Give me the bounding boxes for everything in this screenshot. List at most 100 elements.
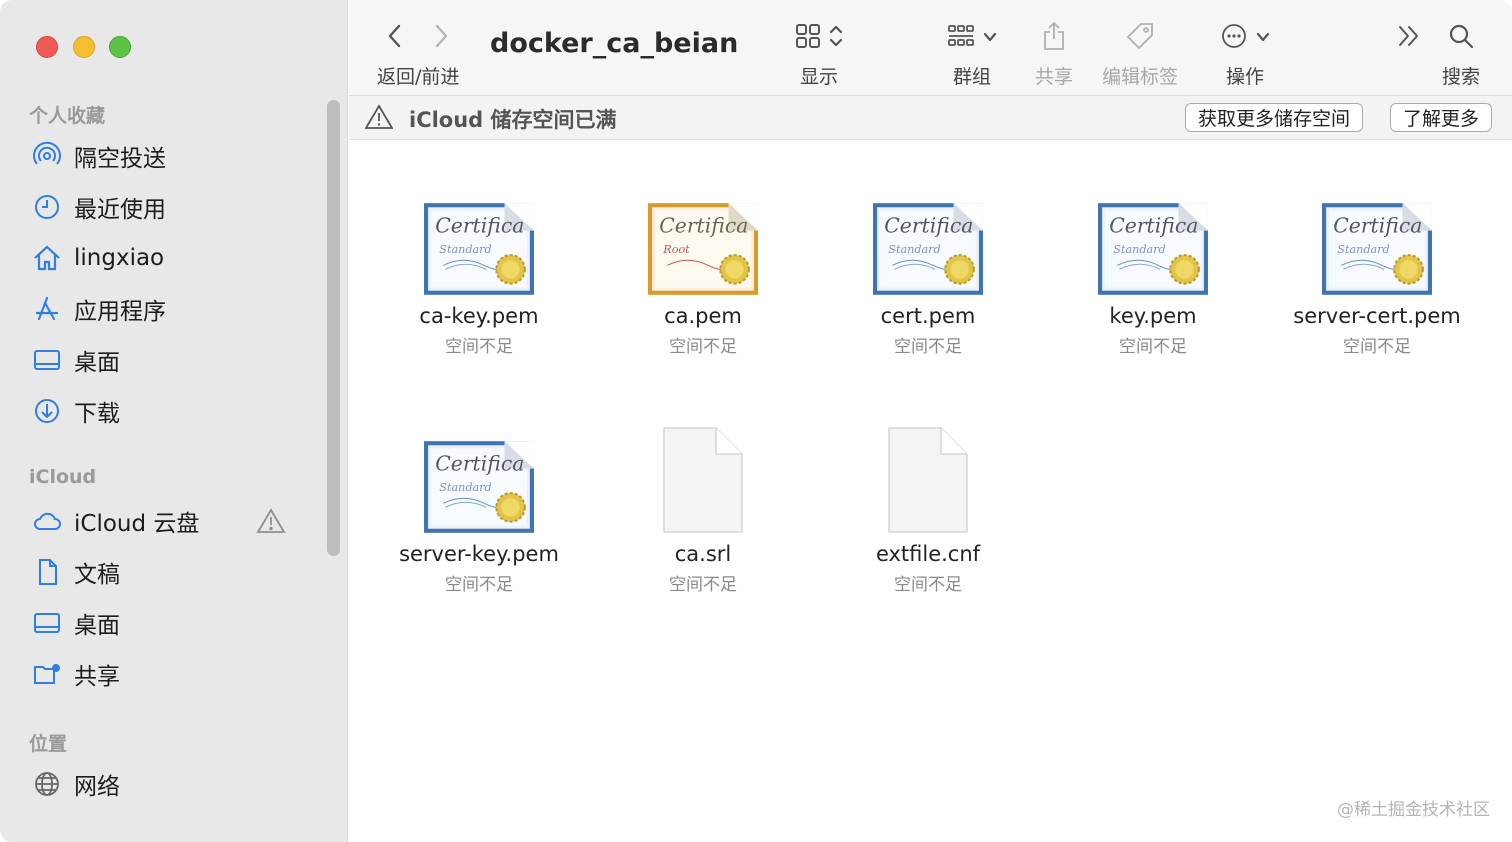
- folder-title: docker_ca_beian: [490, 28, 739, 59]
- file-item[interactable]: Certifica Standard key.pem 空间不足: [1041, 176, 1265, 357]
- close-window-button[interactable]: [36, 36, 58, 58]
- banner-message: iCloud 储存空间已满: [409, 108, 617, 132]
- airdrop-icon: [30, 139, 64, 173]
- view-label: 显示: [799, 66, 838, 88]
- search-icon: [1448, 23, 1474, 53]
- group-button[interactable]: 群组: [947, 18, 997, 89]
- certificate-icon: Certifica Standard: [1088, 176, 1218, 296]
- file-status: 空间不足: [669, 337, 737, 357]
- locations-header: 位置: [29, 733, 68, 755]
- action-label: 操作: [1225, 66, 1264, 88]
- file-status: 空间不足: [669, 575, 737, 595]
- sidebar-item-desktop[interactable]: 桌面: [30, 340, 300, 380]
- sidebar-item-applications[interactable]: 应用程序: [30, 289, 300, 329]
- sidebar-item-label: 共享: [74, 664, 120, 690]
- sidebar-item-label: 文稿: [74, 562, 120, 588]
- warning-icon: [364, 104, 394, 134]
- home-icon: [30, 241, 64, 275]
- file-name: server-key.pem: [399, 542, 559, 566]
- ellipsis-circle-icon: [1220, 22, 1248, 54]
- back-icon[interactable]: [386, 23, 404, 53]
- sidebar-item-documents[interactable]: 文稿: [30, 552, 300, 592]
- sidebar-scrollbar[interactable]: [327, 100, 340, 556]
- file-item[interactable]: extfile.cnf 空间不足: [816, 414, 1040, 595]
- sidebar-item-label: iCloud 云盘: [74, 511, 200, 537]
- file-status: 空间不足: [1343, 337, 1411, 357]
- file-name: ca.srl: [674, 542, 732, 566]
- file-status: 空间不足: [894, 337, 962, 357]
- sidebar-item-label: 下载: [74, 401, 120, 427]
- double-chevron-right-icon: [1396, 23, 1422, 53]
- sidebar-item-icloud-drive[interactable]: iCloud 云盘: [30, 501, 300, 541]
- clock-icon: [30, 190, 64, 224]
- search-label: 搜索: [1442, 66, 1481, 88]
- sidebar-item-label: 桌面: [74, 350, 120, 376]
- svg-text:Certifica: Certifica: [435, 214, 524, 238]
- zoom-window-button[interactable]: [109, 36, 131, 58]
- icon-view-icon: [795, 23, 821, 53]
- sidebar-item-label: 桌面: [74, 613, 120, 639]
- file-item[interactable]: ca.srl 空间不足: [591, 414, 815, 595]
- group-label: 群组: [952, 66, 991, 88]
- file-item[interactable]: Certifica Standard cert.pem 空间不足: [816, 176, 1040, 357]
- get-more-storage-button[interactable]: 获取更多储存空间: [1185, 103, 1364, 132]
- nav-back-forward: 返回/前进: [377, 18, 459, 89]
- sidebar-item-airdrop[interactable]: 隔空投送: [30, 136, 300, 176]
- file-item[interactable]: Certifica Standard server-key.pem 空间不足: [367, 414, 591, 595]
- document-icon: [30, 555, 64, 589]
- action-button[interactable]: 操作: [1220, 18, 1270, 89]
- edit-tags-button[interactable]: 编辑标签: [1102, 18, 1178, 89]
- watermark: @稀土掘金技术社区: [1337, 800, 1490, 820]
- toolbar-overflow-button[interactable]: [1396, 18, 1422, 58]
- file-status: 空间不足: [445, 337, 513, 357]
- cloud-icon: [30, 504, 64, 538]
- certificate-icon: Certifica Standard: [414, 176, 544, 296]
- nav-label: 返回/前进: [377, 66, 460, 88]
- updown-chevron-icon: [829, 23, 843, 53]
- file-status: 空间不足: [445, 575, 513, 595]
- finder-window: 个人收藏 隔空投送 最近使用 lingxiao 应用程序 桌面 下载 iClou…: [0, 0, 1512, 842]
- toolbar: 返回/前进 docker_ca_beian 显示 群组 共享 编辑标签 操作 搜…: [349, 0, 1512, 96]
- file-item[interactable]: Certifica Root ca.pem 空间不足: [591, 176, 815, 357]
- svg-text:Certifica: Certifica: [1333, 214, 1422, 238]
- warning-icon: [256, 507, 286, 535]
- globe-icon: [30, 767, 64, 801]
- sidebar-item-label: 隔空投送: [74, 146, 166, 172]
- chevron-down-icon: [983, 29, 997, 48]
- sidebar: 个人收藏 隔空投送 最近使用 lingxiao 应用程序 桌面 下载 iClou…: [0, 0, 348, 842]
- file-name: server-cert.pem: [1293, 304, 1461, 328]
- file-name: key.pem: [1109, 304, 1197, 328]
- svg-text:Standard: Standard: [439, 481, 491, 494]
- icloud-full-banner: iCloud 储存空间已满 获取更多储存空间 了解更多: [349, 96, 1512, 140]
- view-button[interactable]: 显示: [795, 18, 843, 89]
- minimize-window-button[interactable]: [73, 36, 95, 58]
- desktop-icon: [30, 343, 64, 377]
- file-name: extfile.cnf: [875, 542, 981, 566]
- sidebar-item-shared[interactable]: 共享: [30, 654, 300, 694]
- svg-text:Standard: Standard: [888, 243, 940, 256]
- sidebar-item-label: 最近使用: [74, 197, 166, 223]
- certificate-icon: Certifica Standard: [863, 176, 993, 296]
- file-item[interactable]: Certifica Standard server-cert.pem 空间不足: [1265, 176, 1489, 357]
- applications-icon: [30, 292, 64, 326]
- share-label: 共享: [1035, 66, 1074, 88]
- sidebar-item-network[interactable]: 网络: [30, 764, 300, 804]
- chevron-down-icon: [1256, 29, 1270, 48]
- forward-icon[interactable]: [432, 23, 450, 53]
- svg-text:Root: Root: [662, 243, 690, 256]
- sidebar-item-downloads[interactable]: 下载: [30, 391, 300, 431]
- file-name: ca-key.pem: [419, 304, 539, 328]
- svg-text:Certifica: Certifica: [884, 214, 973, 238]
- sidebar-item-desktop-icloud[interactable]: 桌面: [30, 603, 300, 643]
- share-button[interactable]: 共享: [1035, 18, 1073, 89]
- file-item[interactable]: Certifica Standard ca-key.pem 空间不足: [367, 176, 591, 357]
- certificate-icon: Certifica Standard: [414, 414, 544, 534]
- sidebar-item-recents[interactable]: 最近使用: [30, 187, 300, 227]
- search-button[interactable]: 搜索: [1442, 18, 1480, 89]
- svg-text:Standard: Standard: [1113, 243, 1165, 256]
- file-status: 空间不足: [1119, 337, 1187, 357]
- favorites-header: 个人收藏: [29, 105, 106, 127]
- learn-more-button[interactable]: 了解更多: [1390, 103, 1493, 132]
- tag-icon: [1125, 21, 1155, 55]
- sidebar-item-home[interactable]: lingxiao: [30, 238, 300, 278]
